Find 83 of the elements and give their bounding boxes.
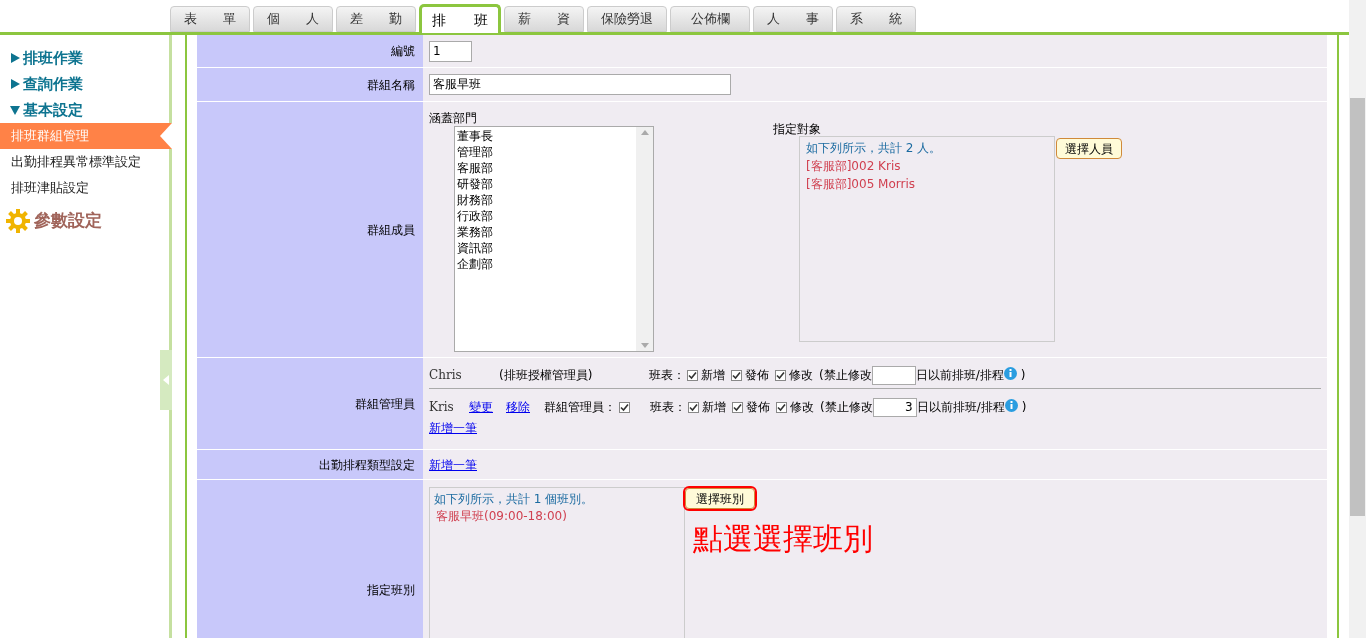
section-label: 涵蓋部門 xyxy=(429,110,477,127)
gear-icon xyxy=(6,209,30,233)
tab[interactable]: 系 統 xyxy=(836,6,916,32)
summary-text: 如下列所示，共計 2 人。 xyxy=(806,140,943,157)
department-list[interactable]: 董事長 管理部 客服部 研發部 財務部 行政部 業務部 資訊部 企劃部 xyxy=(454,126,654,352)
add-link[interactable]: 新增一筆 xyxy=(429,419,477,437)
tab[interactable]: 表 單 xyxy=(170,6,250,32)
field-label: (禁止修改 xyxy=(819,367,872,384)
select-button[interactable]: 選擇人員 xyxy=(1056,138,1122,159)
field-label: 班表： xyxy=(649,367,685,384)
field-label: 群組成員 xyxy=(367,221,415,239)
checkbox[interactable] xyxy=(775,369,786,381)
checkbox-label: 發佈 xyxy=(745,367,769,384)
select-button[interactable]: 選擇班別 xyxy=(685,488,755,509)
info-icon[interactable] xyxy=(1003,366,1017,380)
list-option[interactable]: 行政部 xyxy=(457,208,636,224)
section-label: 指定對象 xyxy=(773,121,821,138)
tab[interactable]: 公佈欄 xyxy=(670,6,750,32)
sidebar-section[interactable]: 排班作業 xyxy=(0,45,169,71)
checkbox[interactable] xyxy=(732,401,743,413)
sidebar-section[interactable]: 基本設定 xyxy=(0,97,169,123)
tab[interactable]: 差 勤 xyxy=(336,6,416,32)
annotation-text: 點選選擇班別 xyxy=(693,520,873,558)
field-label: 日以前排班/排程 xyxy=(916,399,1005,416)
checkbox-label: 修改 xyxy=(790,399,814,416)
assignee-name: [客服部]005 Morris xyxy=(806,176,917,193)
list-option[interactable]: 管理部 xyxy=(457,144,636,160)
link[interactable]: 移除 xyxy=(506,398,530,416)
checkbox[interactable] xyxy=(688,401,699,413)
list-option[interactable]: 董事長 xyxy=(457,128,636,144)
tab[interactable]: 個 人 xyxy=(253,6,333,32)
arrow-left-icon xyxy=(163,375,169,385)
text-field[interactable]: 3 xyxy=(872,397,917,417)
text-field[interactable]: 1 xyxy=(429,40,472,62)
checkbox[interactable] xyxy=(731,369,742,381)
field-label: 出勤排程類型設定 xyxy=(319,456,415,474)
tab[interactable]: 排 班 xyxy=(419,4,501,33)
field-label: (禁止修改 xyxy=(820,399,873,416)
manager-name: Chris xyxy=(429,367,463,384)
sidebar-item[interactable]: 排班津貼設定 xyxy=(0,175,169,201)
checkbox-label: 新增 xyxy=(701,367,725,384)
list-option[interactable]: 企劃部 xyxy=(457,256,636,272)
checkbox-label: 新增 xyxy=(702,399,726,416)
field-label: 群組名稱 xyxy=(367,76,415,94)
sidebar-section[interactable]: 查詢作業 xyxy=(0,71,169,97)
manager-name: Kris xyxy=(429,399,455,416)
list-option[interactable]: 客服部 xyxy=(457,160,636,176)
shift-name: 客服早班(09:00-18:00) xyxy=(435,508,568,524)
list-option[interactable]: 資訊部 xyxy=(457,240,636,256)
role-text: (排班授權管理員) xyxy=(499,367,594,384)
list-option[interactable]: 業務部 xyxy=(457,224,636,240)
scrollbar[interactable] xyxy=(1349,0,1366,638)
tab[interactable]: 人 事 xyxy=(753,6,833,32)
field-label: ) xyxy=(1021,399,1027,416)
checkbox-label: 修改 xyxy=(789,367,813,384)
field-label: 指定班別 xyxy=(367,582,415,599)
sidebar-item[interactable]: 出勤排程異常標準設定 xyxy=(0,149,169,175)
caret-right-icon xyxy=(10,79,20,89)
checkbox-label: 發佈 xyxy=(746,399,770,416)
field-label: 班表： xyxy=(650,399,686,416)
checkbox[interactable] xyxy=(687,369,698,381)
caret-down-icon xyxy=(10,105,20,115)
field-label: ) xyxy=(1020,367,1026,384)
list-option[interactable]: 財務部 xyxy=(457,192,636,208)
link[interactable]: 變更 xyxy=(469,398,493,416)
checkbox[interactable] xyxy=(776,401,787,413)
field-label: 編號 xyxy=(391,43,415,60)
collapse-handle[interactable] xyxy=(160,350,172,410)
settings-link[interactable]: 參數設定 xyxy=(34,208,102,234)
summary-text: 如下列所示，共計 1 個班別。 xyxy=(434,491,595,507)
info-icon[interactable] xyxy=(1004,398,1018,412)
tab[interactable]: 薪 資 xyxy=(504,6,584,32)
field-label: 日以前排班/排程 xyxy=(915,367,1004,384)
add-link[interactable]: 新增一筆 xyxy=(429,455,477,474)
caret-right-icon xyxy=(10,53,20,63)
field-label: 群組管理員： xyxy=(544,399,616,416)
field-label: 群組管理員 xyxy=(355,395,415,413)
assignee-name: [客服部]002 Kris xyxy=(806,158,902,175)
text-field[interactable]: 客服早班 xyxy=(429,74,731,95)
checkbox[interactable] xyxy=(619,401,630,413)
tab[interactable]: 保險勞退 xyxy=(587,6,667,32)
list-option[interactable]: 研發部 xyxy=(457,176,636,192)
text-field[interactable] xyxy=(871,365,916,385)
